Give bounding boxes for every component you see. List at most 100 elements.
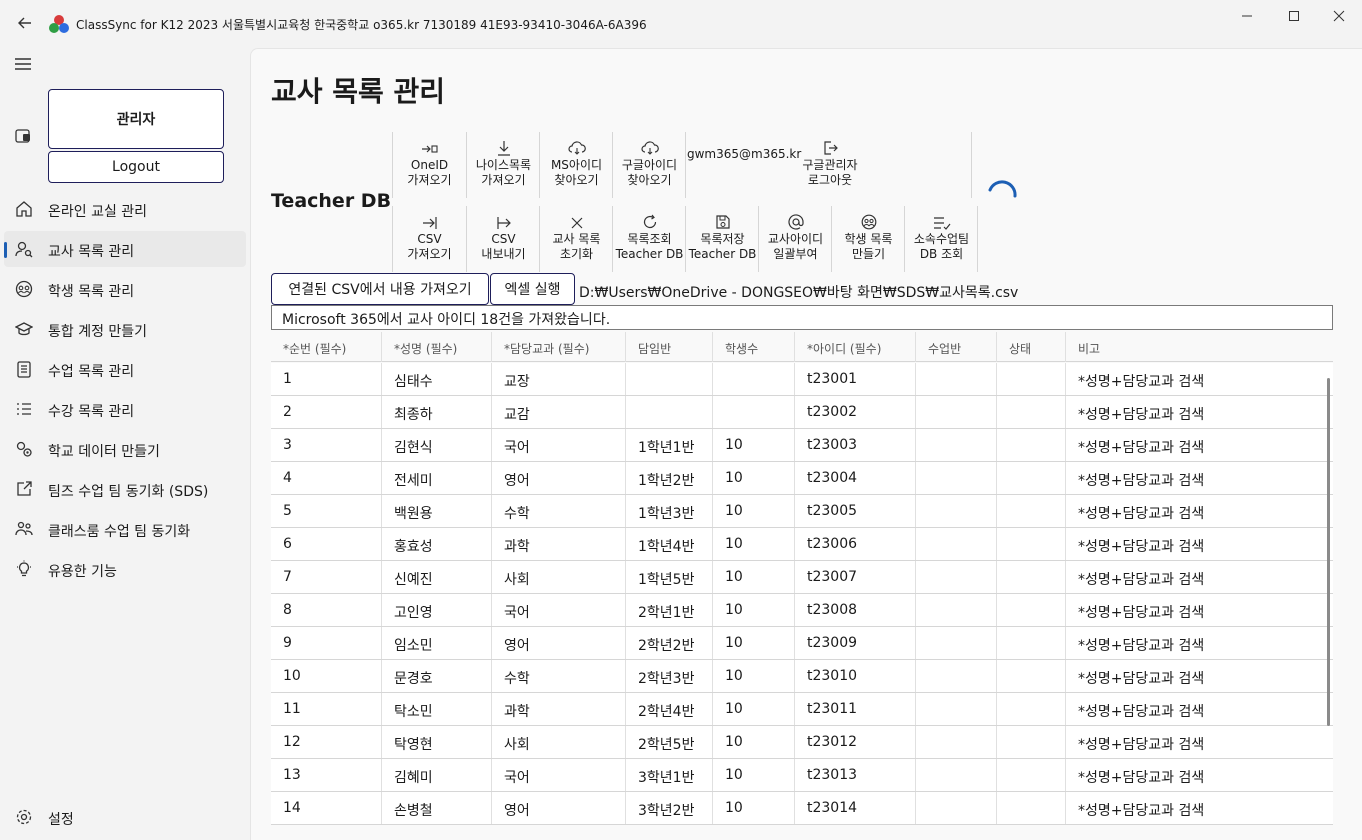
sidebar-item-useful-features[interactable]: 유용한 기능 xyxy=(4,551,246,587)
table-cell[interactable]: 6 xyxy=(271,528,381,560)
table-cell[interactable] xyxy=(915,561,996,593)
table-cell[interactable] xyxy=(915,528,996,560)
column-header[interactable]: *아이디 (필수) xyxy=(794,332,915,362)
table-cell[interactable]: 10 xyxy=(712,726,794,758)
table-cell[interactable]: 10 xyxy=(712,792,794,824)
sidebar-item-student-list[interactable]: 학생 목록 관리 xyxy=(4,271,246,307)
table-cell[interactable]: *성명+담당교과 검색 xyxy=(1065,528,1233,560)
table-cell[interactable]: *성명+담당교과 검색 xyxy=(1065,396,1233,428)
table-cell[interactable]: 과학 xyxy=(491,528,625,560)
column-header[interactable]: *순번 (필수) xyxy=(271,332,381,362)
minimize-icon[interactable] xyxy=(1224,4,1270,28)
sidebar-item-school-data[interactable]: 학교 데이터 만들기 xyxy=(4,431,246,467)
sidebar-item-classroom-sync[interactable]: 클래스룸 수업 팀 동기화 xyxy=(4,511,246,547)
google-id-fetch-button[interactable]: 구글아이디 찾아오기 xyxy=(612,132,686,198)
table-cell[interactable]: t23002 xyxy=(794,396,915,428)
teacher-data-grid[interactable]: *순번 (필수) *성명 (필수) *담당교과 (필수) 담임반 학생수 *아이디 (필수… xyxy=(271,332,1333,834)
back-arrow-icon[interactable] xyxy=(14,12,36,34)
table-cell[interactable]: 임소민 xyxy=(381,627,491,659)
table-cell[interactable]: 10 xyxy=(712,429,794,461)
column-header[interactable]: *성명 (필수) xyxy=(381,332,491,362)
table-cell[interactable] xyxy=(915,726,996,758)
table-cell[interactable]: t23001 xyxy=(794,363,915,395)
table-row[interactable]: 12 탁영현 사회 2학년5반 10 t23012 *성명+담당교과 검색 xyxy=(271,726,1333,759)
table-cell[interactable]: t23013 xyxy=(794,759,915,791)
table-cell[interactable]: 국어 xyxy=(491,594,625,626)
table-cell[interactable] xyxy=(625,396,712,428)
table-cell[interactable]: 8 xyxy=(271,594,381,626)
table-cell[interactable] xyxy=(915,627,996,659)
table-cell[interactable]: 심태수 xyxy=(381,363,491,395)
table-cell[interactable] xyxy=(712,396,794,428)
table-cell[interactable]: t23014 xyxy=(794,792,915,824)
table-cell[interactable] xyxy=(996,429,1065,461)
table-cell[interactable]: 10 xyxy=(712,627,794,659)
table-cell[interactable]: 1 xyxy=(271,363,381,395)
table-cell[interactable]: 문경호 xyxy=(381,660,491,692)
table-cell[interactable] xyxy=(915,363,996,395)
table-cell[interactable]: 영어 xyxy=(491,462,625,494)
table-cell[interactable]: *성명+담당교과 검색 xyxy=(1065,495,1233,527)
table-cell[interactable]: 10 xyxy=(712,561,794,593)
table-row[interactable]: 5 백원용 수학 1학년3반 10 t23005 *성명+담당교과 검색 xyxy=(271,495,1333,528)
csv-export-button[interactable]: CSV 내보내기 xyxy=(466,206,540,272)
table-cell[interactable]: t23005 xyxy=(794,495,915,527)
table-cell[interactable]: 10 xyxy=(712,528,794,560)
create-student-list-button[interactable]: 학생 목록 만들기 xyxy=(831,206,905,272)
query-class-team-db-button[interactable]: 소속수업팀 DB 조회 xyxy=(904,206,978,272)
run-excel-button[interactable]: 엑셀 실행 xyxy=(490,273,575,305)
table-cell[interactable]: 2학년1반 xyxy=(625,594,712,626)
table-cell[interactable]: 국어 xyxy=(491,429,625,461)
sidebar-item-teams-sync[interactable]: 팀즈 수업 팀 동기화 (SDS) xyxy=(4,471,246,507)
table-cell[interactable]: 홍효성 xyxy=(381,528,491,560)
table-cell[interactable]: 10 xyxy=(712,693,794,725)
ms-id-fetch-button[interactable]: MS아이디 찾아오기 xyxy=(539,132,613,198)
table-row[interactable]: 8 고인영 국어 2학년1반 10 t23008 *성명+담당교과 검색 xyxy=(271,594,1333,627)
query-teacher-db-button[interactable]: 목록조회 Teacher DB xyxy=(612,206,686,272)
table-row[interactable]: 4 전세미 영어 1학년2반 10 t23004 *성명+담당교과 검색 xyxy=(271,462,1333,495)
table-cell[interactable]: *성명+담당교과 검색 xyxy=(1065,561,1233,593)
table-cell[interactable] xyxy=(915,429,996,461)
sidebar-item-class-list[interactable]: 수업 목록 관리 xyxy=(4,351,246,387)
column-header[interactable]: 학생수 xyxy=(712,332,794,362)
table-cell[interactable] xyxy=(915,759,996,791)
close-icon[interactable] xyxy=(1316,4,1362,28)
sidebar-item-teacher-list[interactable]: 교사 목록 관리 xyxy=(4,231,246,267)
table-cell[interactable]: *성명+담당교과 검색 xyxy=(1065,759,1233,791)
table-cell[interactable]: 10 xyxy=(712,759,794,791)
table-cell[interactable]: 전세미 xyxy=(381,462,491,494)
table-cell[interactable]: 1학년4반 xyxy=(625,528,712,560)
table-cell[interactable]: 김혜미 xyxy=(381,759,491,791)
table-cell[interactable]: *성명+담당교과 검색 xyxy=(1065,792,1233,824)
table-cell[interactable] xyxy=(996,396,1065,428)
save-teacher-db-button[interactable]: 목록저장 Teacher DB xyxy=(685,206,759,272)
table-cell[interactable]: 1학년2반 xyxy=(625,462,712,494)
table-cell[interactable]: 10 xyxy=(712,594,794,626)
assign-teacher-ids-button[interactable]: 교사아이디 일괄부여 xyxy=(758,206,832,272)
table-cell[interactable]: 2학년5반 xyxy=(625,726,712,758)
table-cell[interactable] xyxy=(712,363,794,395)
table-row[interactable]: 6 홍효성 과학 1학년4반 10 t23006 *성명+담당교과 검색 xyxy=(271,528,1333,561)
table-cell[interactable]: 1학년1반 xyxy=(625,429,712,461)
table-cell[interactable]: t23006 xyxy=(794,528,915,560)
table-cell[interactable]: 사회 xyxy=(491,726,625,758)
table-cell[interactable]: 교감 xyxy=(491,396,625,428)
table-row[interactable]: 13 김혜미 국어 3학년1반 10 t23013 *성명+담당교과 검색 xyxy=(271,759,1333,792)
sidebar-item-integrated-account[interactable]: 통합 계정 만들기 xyxy=(4,311,246,347)
csv-import-button[interactable]: CSV 가져오기 xyxy=(392,206,466,272)
table-cell[interactable] xyxy=(915,396,996,428)
table-cell[interactable] xyxy=(996,660,1065,692)
hamburger-menu-icon[interactable] xyxy=(14,56,36,74)
table-cell[interactable]: 1학년5반 xyxy=(625,561,712,593)
table-cell[interactable]: 4 xyxy=(271,462,381,494)
table-cell[interactable]: 최종하 xyxy=(381,396,491,428)
sidebar-item-online-classroom[interactable]: 온라인 교실 관리 xyxy=(4,191,246,227)
table-cell[interactable]: *성명+담당교과 검색 xyxy=(1065,429,1233,461)
table-cell[interactable]: t23004 xyxy=(794,462,915,494)
table-cell[interactable]: 고인영 xyxy=(381,594,491,626)
table-cell[interactable]: 13 xyxy=(271,759,381,791)
table-cell[interactable]: 3학년1반 xyxy=(625,759,712,791)
table-row[interactable]: 7 신예진 사회 1학년5반 10 t23007 *성명+담당교과 검색 xyxy=(271,561,1333,594)
table-cell[interactable]: t23010 xyxy=(794,660,915,692)
table-cell[interactable] xyxy=(996,561,1065,593)
